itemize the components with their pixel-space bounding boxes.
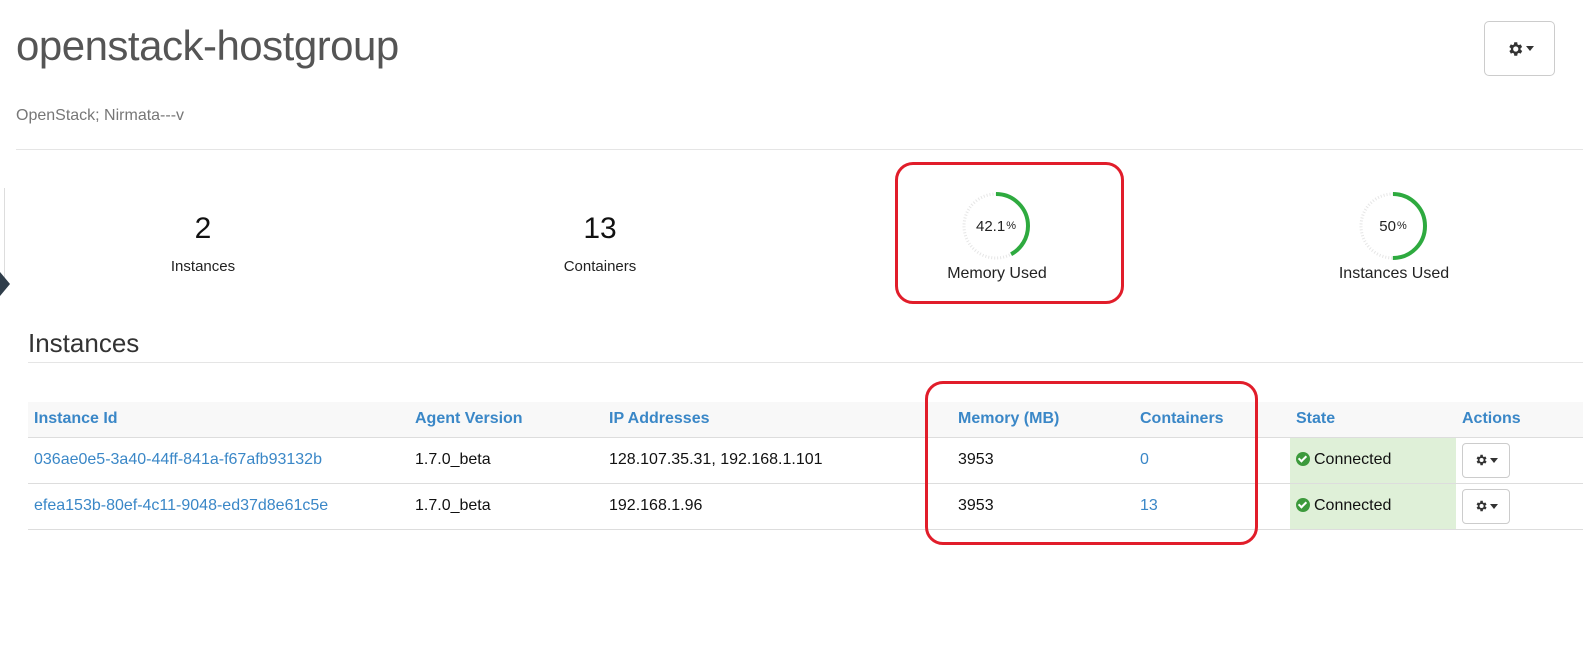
column-header-actions: Actions [1456,402,1583,438]
instances-label: Instances [170,258,236,275]
instances-section-title: Instances [28,328,140,358]
state-cell: Connected [1290,437,1456,484]
caret-down-icon [1490,457,1498,463]
page-subtitle: OpenStack; Nirmata---v [16,107,185,124]
caret-down-icon [1525,46,1534,51]
gear-icon [1476,500,1487,512]
instances-stat: 2 Instances [103,212,303,276]
ip-addresses-cell: 192.168.1.96 [603,483,952,530]
header-divider [16,149,1583,150]
agent-version-cell: 1.7.0_beta [409,483,603,530]
instances-used-label: Instances Used [1338,265,1450,282]
state-cell: Connected [1290,483,1456,530]
ip-addresses-cell: 128.107.35.31, 192.168.1.101 [603,437,952,484]
instance-id-link[interactable]: 036ae0e5-3a40-44ff-841a-f67afb93132b [34,451,322,468]
check-circle-icon [1296,452,1310,466]
instance-id-link[interactable]: efea153b-80ef-4c11-9048-ed37d8e61c5e [34,497,328,514]
section-divider [28,362,1583,363]
column-header-state[interactable]: State [1290,402,1456,438]
check-circle-icon [1296,498,1310,512]
state-label: Connected [1314,451,1392,468]
memory-highlight-box [895,162,1124,304]
sidebar-toggle-arrow-icon[interactable] [0,272,10,296]
table-row: efea153b-80ef-4c11-9048-ed37d8e61c5e 1.7… [28,483,1583,530]
caret-down-icon [1490,503,1498,509]
containers-count: 13 [583,212,617,245]
table-header-row: Instance Id Agent Version IP Addresses M… [28,402,1583,438]
memory-containers-highlight-box [925,381,1258,545]
column-header-instance-id[interactable]: Instance Id [28,402,409,438]
instances-table: Instance Id Agent Version IP Addresses M… [28,402,1583,530]
containers-label: Containers [563,258,637,275]
instances-count: 2 [194,212,212,245]
column-header-ip-addresses[interactable]: IP Addresses [603,402,952,438]
containers-stat: 13 Containers [500,212,700,276]
table-row: 036ae0e5-3a40-44ff-841a-f67afb93132b 1.7… [28,437,1583,484]
instances-used-unit: % [1396,220,1407,232]
gear-icon [1476,454,1487,466]
gear-icon [1508,41,1522,56]
settings-dropdown-button[interactable] [1484,21,1555,76]
state-label: Connected [1314,497,1392,514]
row-actions-button[interactable] [1462,442,1510,478]
instances-used-gauge: 50% [1357,190,1429,262]
row-actions-button[interactable] [1462,488,1510,524]
column-header-agent-version[interactable]: Agent Version [409,402,603,438]
agent-version-cell: 1.7.0_beta [409,437,603,484]
instances-used-value: 50 [1379,217,1396,235]
page-title: openstack-hostgroup [16,22,399,69]
